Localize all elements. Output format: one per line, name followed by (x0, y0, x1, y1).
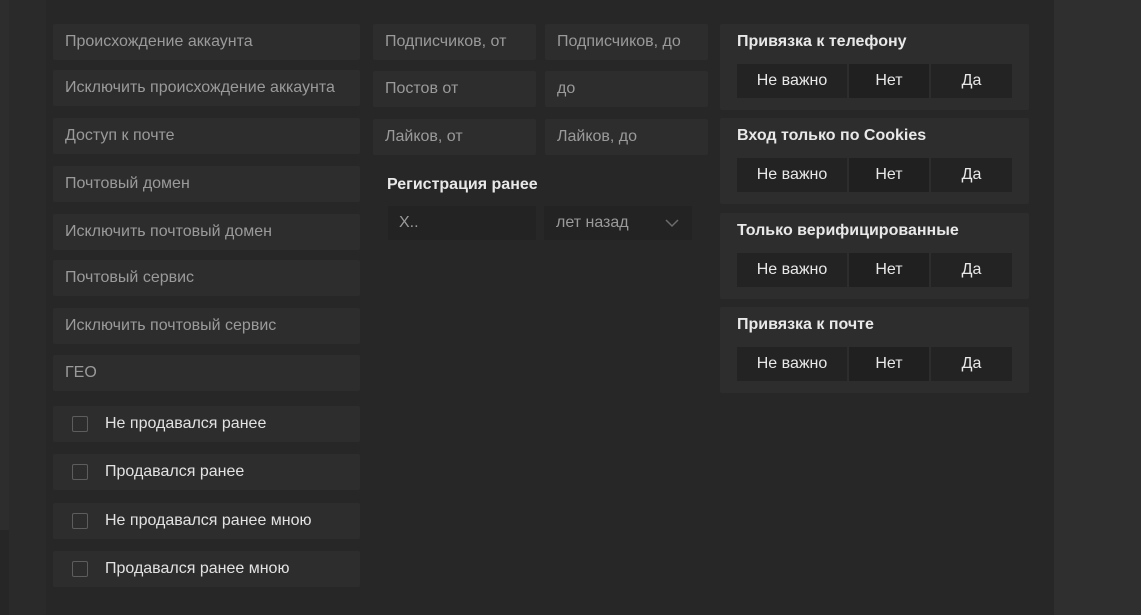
option-no[interactable]: Нет (849, 253, 929, 287)
checkbox-label: Продавался ранее мною (105, 560, 290, 577)
checkbox-sold-by-me[interactable]: Продавался ранее мною (53, 551, 360, 587)
mail-service-field[interactable]: Почтовый сервис (53, 260, 360, 296)
likes-from-field[interactable]: Лайков, от (373, 119, 536, 155)
phone-binding-group: Привязка к телефону Не важно Нет Да (720, 24, 1029, 110)
group-title: Привязка к почте (737, 316, 874, 333)
mail-domain-field[interactable]: Почтовый домен (53, 166, 360, 202)
checkbox-square[interactable] (72, 561, 88, 577)
likes-to-field[interactable]: Лайков, до (545, 119, 708, 155)
verified-only-group: Только верифицированные Не важно Нет Да (720, 213, 1029, 299)
followers-to-field[interactable]: Подписчиков, до (545, 24, 708, 60)
option-yes[interactable]: Да (931, 158, 1012, 192)
exclude-mail-domain-field[interactable]: Исключить почтовый домен (53, 214, 360, 250)
checkbox-sold-before[interactable]: Продавался ранее (53, 454, 360, 490)
registration-unit-select[interactable]: лет назад (544, 206, 692, 240)
right-edge-strip (1054, 0, 1141, 615)
posts-to-field[interactable]: до (545, 71, 708, 107)
option-any[interactable]: Не важно (737, 158, 847, 192)
group-title: Только верифицированные (737, 222, 959, 239)
registration-title: Регистрация ранее (387, 176, 538, 193)
option-no[interactable]: Нет (849, 158, 929, 192)
checkbox-square[interactable] (72, 464, 88, 480)
mail-access-field[interactable]: Доступ к почте (53, 118, 360, 154)
option-any[interactable]: Не важно (737, 64, 847, 98)
checkbox-label: Не продавался ранее (105, 415, 267, 432)
group-title: Вход только по Cookies (737, 127, 927, 144)
checkbox-square[interactable] (72, 416, 88, 432)
geo-field[interactable]: ГЕО (53, 355, 360, 391)
left-edge-strip-dark (0, 530, 9, 615)
exclude-mail-service-field[interactable]: Исключить почтовый сервис (53, 308, 360, 344)
email-binding-group: Привязка к почте Не важно Нет Да (720, 307, 1029, 393)
account-origin-field[interactable]: Происхождение аккаунта (53, 24, 360, 60)
exclude-account-origin-field[interactable]: Исключить происхождение аккаунта (53, 70, 360, 106)
checkbox-label: Не продавался ранее мною (105, 512, 312, 529)
option-yes[interactable]: Да (931, 253, 1012, 287)
registration-unit-value: лет назад (556, 214, 629, 231)
option-no[interactable]: Нет (849, 347, 929, 381)
registration-years-input[interactable]: Х.. (388, 206, 536, 240)
option-no[interactable]: Нет (849, 64, 929, 98)
checkbox-not-sold-before[interactable]: Не продавался ранее (53, 406, 360, 442)
option-yes[interactable]: Да (931, 347, 1012, 381)
chevron-down-icon (664, 215, 680, 236)
group-title: Привязка к телефону (737, 33, 907, 50)
option-any[interactable]: Не важно (737, 347, 847, 381)
cookies-only-group: Вход только по Cookies Не важно Нет Да (720, 118, 1029, 204)
checkbox-label: Продавался ранее (105, 463, 245, 480)
option-yes[interactable]: Да (931, 64, 1012, 98)
checkbox-not-sold-by-me[interactable]: Не продавался ранее мною (53, 503, 360, 539)
option-any[interactable]: Не важно (737, 253, 847, 287)
followers-from-field[interactable]: Подписчиков, от (373, 24, 536, 60)
left-edge-strip (0, 0, 9, 615)
posts-from-field[interactable]: Постов от (373, 71, 536, 107)
checkbox-square[interactable] (72, 513, 88, 529)
